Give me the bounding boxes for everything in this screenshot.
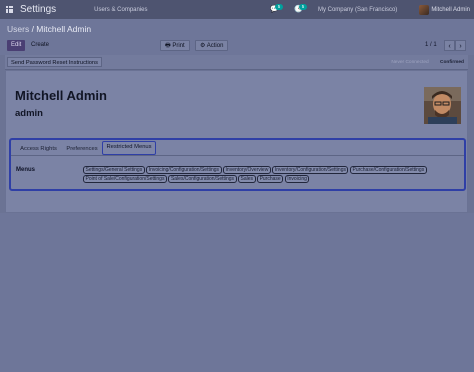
user-login[interactable]: admin [15,108,43,119]
menu-tag[interactable]: Sales [238,175,256,183]
form-view-background [0,213,474,372]
menu-tag[interactable]: Inventory/Overview [223,166,271,174]
print-icon: 🖶 [165,43,171,49]
control-panel: Users / Mitchell Admin Edit Create 🖶 Pri… [0,19,474,55]
pager-arrows: ‹ › [444,40,466,51]
menu-tag[interactable]: Purchase/Configuration/Settings [349,166,427,174]
user-menu[interactable]: Mitchell Admin [431,7,470,13]
breadcrumb: Users / Mitchell Admin [7,24,91,34]
tab-preferences[interactable]: Preferences [64,142,100,156]
menu-tag[interactable]: Point of Sale/Configuration/Settings [83,175,167,183]
tab-restricted-menus[interactable]: Restricted Menus [102,141,156,155]
gear-icon: ⚙ [200,43,206,49]
app-title[interactable]: Settings [20,4,56,15]
menu-tag[interactable]: Sales/Configuration/Settings [168,175,237,183]
stage-confirmed: Confirmed [440,60,464,65]
menus-tag-field[interactable]: Settings/General Settings Invoicing/Conf… [83,166,461,183]
action-label: Action [206,43,224,49]
tab-access-rights[interactable]: Access Rights [13,142,64,156]
menu-tag[interactable]: Inventory/Configuration/Settings [272,166,349,174]
chat-icon[interactable]: 💬 5 [270,3,283,15]
chat-count-badge: 5 [274,3,283,10]
chevron-left-icon[interactable]: ‹ [444,40,455,51]
print-button[interactable]: 🖶 Print [160,40,190,51]
company-switcher[interactable]: My Company (San Francisco) [318,7,397,13]
menu-tag[interactable]: Settings/General Settings [83,166,145,174]
user-avatar[interactable] [419,4,430,15]
breadcrumb-users-link[interactable]: Users [7,24,29,34]
top-navbar: Settings Users & Companies 💬 5 🕓 5 My Co… [0,0,474,19]
pager-value[interactable]: 1 / 1 [425,40,437,51]
form-statusbar: Send Password Reset Instructions Never C… [5,55,468,70]
apps-menu-icon[interactable] [0,0,19,19]
create-button[interactable]: Create [27,40,54,51]
menu-tag[interactable]: Invoicing [284,175,310,183]
chevron-right-icon[interactable]: › [455,40,466,51]
activity-count-badge: 5 [298,3,307,10]
user-name-title[interactable]: Mitchell Admin [15,88,107,103]
notebook-tabs: Access Rights Preferences Restricted Men… [11,140,464,156]
menus-field-label: Menus [16,167,36,173]
send-password-reset-button[interactable]: Send Password Reset Instructions [7,57,102,67]
menu-tag[interactable]: Invoicing/Configuration/Settings [146,166,222,174]
activity-clock-icon[interactable]: 🕓 5 [294,3,307,15]
menu-tag[interactable]: Purchase [257,175,284,183]
notebook: Access Rights Preferences Restricted Men… [9,138,466,191]
user-photo[interactable] [424,87,461,124]
form-sheet: Mitchell Admin admin Access Rights Prefe… [5,70,468,213]
menu-users-companies[interactable]: Users & Companies [94,7,147,13]
stage-never-connected: Never Connected [391,60,429,65]
breadcrumb-current: Mitchell Admin [36,24,92,34]
action-button[interactable]: ⚙ Action [195,40,229,51]
edit-button[interactable]: Edit [7,40,26,51]
print-label: Print [172,43,185,49]
